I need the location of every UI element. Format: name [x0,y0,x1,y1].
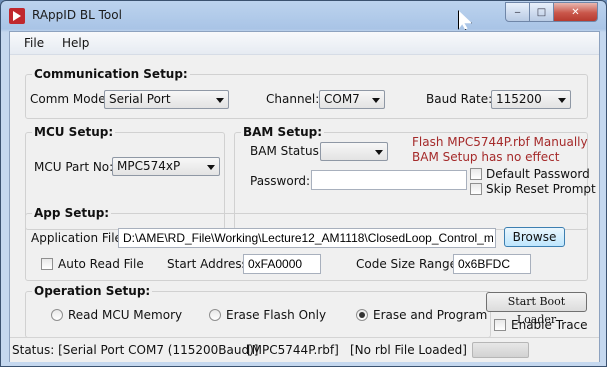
dropdown-arrow-icon [216,98,224,103]
menu-file[interactable]: File [24,36,44,50]
dropdown-arrow-icon [372,98,380,103]
erase-program-radio[interactable] [356,309,368,321]
erase-flash-radio[interactable] [209,309,221,321]
code-size-label: Code Size Range: [356,257,462,271]
erase-flash-label: Erase Flash Only [226,308,327,322]
app-setup-title: App Setup: [32,206,112,220]
dropdown-arrow-icon [375,150,383,155]
title-bar[interactable]: RAppID BL Tool ‒ □ ✕ [1,1,606,31]
communication-setup-group: Communication Setup: Comm Mode: Serial P… [25,67,588,119]
channel-label: Channel: [266,92,320,106]
baud-rate-label: Baud Rate: [426,92,493,106]
mcu-part-select[interactable]: MPC574xP [112,157,220,176]
menu-help[interactable]: Help [62,36,89,50]
browse-button[interactable]: Browse [504,227,565,247]
erase-program-label: Erase and Program [373,308,488,322]
auto-read-label: Auto Read File [58,257,144,271]
operation-setup-title: Operation Setup: [32,284,153,298]
close-button[interactable]: ✕ [553,2,598,22]
status-rbl: [No rbl File Loaded] [350,343,467,357]
code-size-field[interactable] [453,254,531,274]
status-file: [MPC5744P.rbf] [247,343,339,357]
bam-warning-line-1: Flash MPC5744P.rbf Manually [412,135,588,149]
bam-setup-title: BAM Setup: [241,125,325,139]
mcu-part-label: MCU Part No: [34,160,114,174]
comm-mode-label: Comm Mode: [30,92,110,106]
maximize-button[interactable]: □ [529,2,554,22]
progress-bar [472,342,529,358]
menu-bar: File Help [10,32,599,55]
app-icon [9,8,25,24]
client-area: File Help Communication Setup: Comm Mode… [9,31,600,362]
read-memory-label: Read MCU Memory [68,308,183,322]
skip-reset-checkbox[interactable] [470,183,482,195]
start-address-field[interactable] [243,254,321,274]
password-field[interactable] [311,170,467,190]
channel-select[interactable]: COM7 [319,90,385,109]
application-file-field[interactable] [118,228,496,248]
bam-status-label: BAM Status: [250,144,323,158]
operation-setup-group: Operation Setup: Read MCU Memory Erase F… [25,284,491,338]
comm-mode-value: Serial Port [109,92,171,106]
channel-value: COM7 [324,92,360,106]
default-password-label: Default Password [486,167,590,181]
minimize-button[interactable]: ‒ [505,2,530,22]
baud-rate-select[interactable]: 115200 [491,90,571,109]
start-boot-loader-button[interactable]: Start Boot Loader [486,292,587,326]
dropdown-arrow-icon [207,165,215,170]
status-connection: Status: [Serial Port COM7 (115200Baud)] [12,343,259,357]
window-title: RAppID BL Tool [32,8,122,22]
start-address-label: Start Address: [167,257,252,271]
enable-trace-label: Enable Trace [511,318,588,332]
communication-setup-title: Communication Setup: [32,67,190,81]
enable-trace-checkbox[interactable] [494,319,506,331]
comm-mode-select[interactable]: Serial Port [104,90,229,109]
baud-rate-value: 115200 [496,92,542,106]
password-label: Password: [250,174,311,188]
mcu-part-value: MPC574xP [117,159,181,173]
skip-reset-label: Skip Reset Prompt [486,182,596,196]
app-window: RAppID BL Tool ‒ □ ✕ File Help Communica… [0,0,607,367]
dropdown-arrow-icon [558,98,566,103]
app-setup-group: App Setup: Application File: Browse Auto… [25,206,588,281]
application-file-label: Application File: [31,231,126,245]
status-bar: Status: [Serial Port COM7 (115200Baud)] … [10,337,599,362]
auto-read-checkbox[interactable] [41,258,53,270]
bam-status-select[interactable] [320,142,388,161]
default-password-checkbox[interactable] [470,168,482,180]
read-memory-radio[interactable] [51,309,63,321]
mcu-setup-title: MCU Setup: [32,125,116,139]
bam-warning-line-2: BAM Setup has no effect [412,150,560,164]
